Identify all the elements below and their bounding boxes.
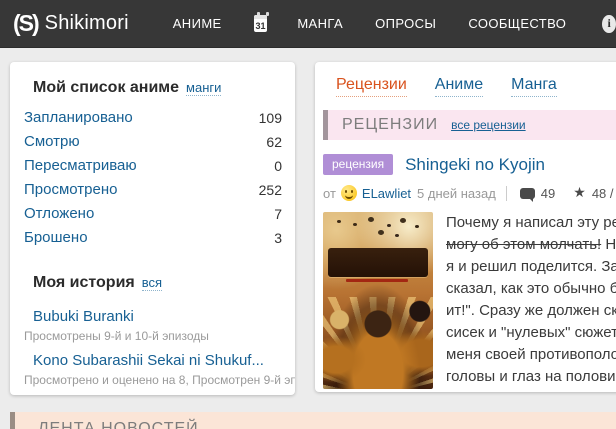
status-label[interactable]: Смотрю: [24, 133, 80, 150]
shikimori-logo-text: Shikimori: [44, 12, 129, 34]
news-feed-banner: ЛЕНТА НОВОСТЕЙ: [10, 412, 616, 429]
review-text-line: Почему я написал эту реце: [446, 214, 616, 231]
history-item-note: Просмотрено и оценено на 8, Просмотрен 9…: [24, 373, 295, 387]
manga-list-link[interactable]: манги: [186, 80, 222, 96]
author-link[interactable]: ELawliet: [362, 186, 411, 201]
reviews-section-banner: РЕЦЕНЗИИ все рецензии: [323, 110, 616, 140]
anime-list-title: Мой список аниме манги: [33, 79, 282, 97]
review-anime-title-link[interactable]: Shingeki no Kyojin: [405, 155, 545, 175]
comments-count[interactable]: 49: [541, 186, 555, 201]
list-row-onhold[interactable]: Отложено 7: [10, 202, 295, 226]
status-label[interactable]: Брошено: [24, 229, 88, 246]
status-count: 109: [258, 109, 282, 126]
tab-reviews[interactable]: Рецензии: [336, 76, 407, 97]
nav-item-polls[interactable]: ОПРОСЫ: [375, 16, 436, 31]
by-label: от: [323, 185, 336, 201]
all-reviews-link[interactable]: все рецензии: [451, 118, 526, 132]
poster-art-figures: [337, 220, 341, 223]
status-count: 0: [274, 157, 282, 174]
tab-manga[interactable]: Манга: [511, 76, 557, 97]
review-text-line: сисек и "нулевых" сюжетов: [446, 324, 616, 341]
shikimori-logo-icon: (S): [13, 10, 40, 36]
status-count: 7: [274, 205, 282, 222]
poster-title-logo: [328, 248, 428, 282]
calendar-button[interactable]: 31: [253, 12, 268, 32]
review-text-line: ит!". Сразу же должен сказа: [446, 302, 616, 319]
meta-divider: [505, 185, 507, 201]
poster-art-characters: [323, 284, 433, 389]
status-label[interactable]: Просмотрено: [24, 181, 117, 198]
star-icon: ★: [573, 185, 586, 201]
shikimori-logo[interactable]: (S) Shikimori: [13, 10, 129, 37]
tab-anime[interactable]: Аниме: [434, 76, 484, 97]
list-row-planned[interactable]: Запланировано 109: [10, 106, 295, 130]
review-text-line: могу об этом молчать! Ну в: [446, 236, 616, 253]
status-count: 62: [266, 133, 282, 150]
status-count: 3: [274, 229, 282, 246]
review-text: Почему я написал эту реце могу об этом м…: [446, 212, 616, 389]
review-rating: 48 / 82: [591, 185, 616, 201]
review-text-line: я и решил поделится. Заче: [446, 258, 616, 275]
info-icon[interactable]: i: [602, 14, 616, 33]
review-timestamp: 5 дней назад: [417, 185, 496, 201]
reviews-banner-title: РЕЦЕНЗИИ: [342, 116, 439, 133]
calendar-icon: 31: [255, 21, 266, 31]
my-anime-list-card: Мой список аниме манги Запланировано 109 …: [10, 62, 295, 395]
history-all-link[interactable]: вся: [141, 275, 163, 291]
my-history-title-text: Моя история: [33, 274, 135, 291]
review-header: рецензия Shingeki no Kyojin: [323, 154, 616, 175]
status-label[interactable]: Запланировано: [24, 109, 133, 126]
status-label[interactable]: Пересматриваю: [24, 157, 137, 174]
author-avatar[interactable]: [340, 185, 357, 201]
list-row-completed[interactable]: Просмотрено 252: [10, 178, 295, 202]
review-meta-row: от ELawliet 5 дней назад 49 ★ 48 / 82: [323, 185, 616, 202]
history-item-konosuba[interactable]: Kono Subarashii Sekai ni Shukuf...: [10, 345, 295, 370]
my-history-title: Моя история вся: [33, 274, 282, 292]
reviews-feed-card: Рецензии Аниме Манга РЕЦЕНЗИИ все реценз…: [315, 62, 616, 392]
history-item-note: Просмотрены 9-й и 10-й эпизоды: [24, 329, 209, 343]
anime-list-title-text: Мой список аниме: [33, 79, 180, 96]
review-type-badge: рецензия: [323, 154, 394, 175]
review-text-line: меня своей противополож: [446, 346, 616, 363]
list-row-dropped[interactable]: Брошено 3: [10, 226, 295, 250]
history-item-bubuki[interactable]: Bubuki Buranki: [10, 301, 295, 326]
comments-icon: [519, 187, 535, 202]
top-navbar: (S) Shikimori АНИМЕ 31 МАНГА ОПРОСЫ СООБ…: [0, 0, 616, 48]
list-row-watching[interactable]: Смотрю 62: [10, 130, 295, 154]
nav-item-anime[interactable]: АНИМЕ: [173, 16, 222, 31]
review-text-line: сказал, как это обычно быв: [446, 280, 616, 297]
nav-item-manga[interactable]: МАНГА: [297, 16, 343, 31]
review-body: Почему я написал эту реце могу об этом м…: [323, 212, 616, 389]
status-label[interactable]: Отложено: [24, 205, 94, 222]
list-row-rewatching[interactable]: Пересматриваю 0: [10, 154, 295, 178]
anime-poster[interactable]: [323, 212, 433, 389]
nav-item-community[interactable]: СООБЩЕСТВО: [468, 16, 566, 31]
strikethrough-text: могу об этом молчать!: [446, 236, 602, 253]
feed-tabs: Рецензии Аниме Манга: [336, 76, 616, 97]
news-feed-title: ЛЕНТА НОВОСТЕЙ: [38, 420, 199, 429]
status-count: 252: [258, 181, 282, 198]
review-text-line: головы и глаз на половину: [446, 368, 616, 385]
